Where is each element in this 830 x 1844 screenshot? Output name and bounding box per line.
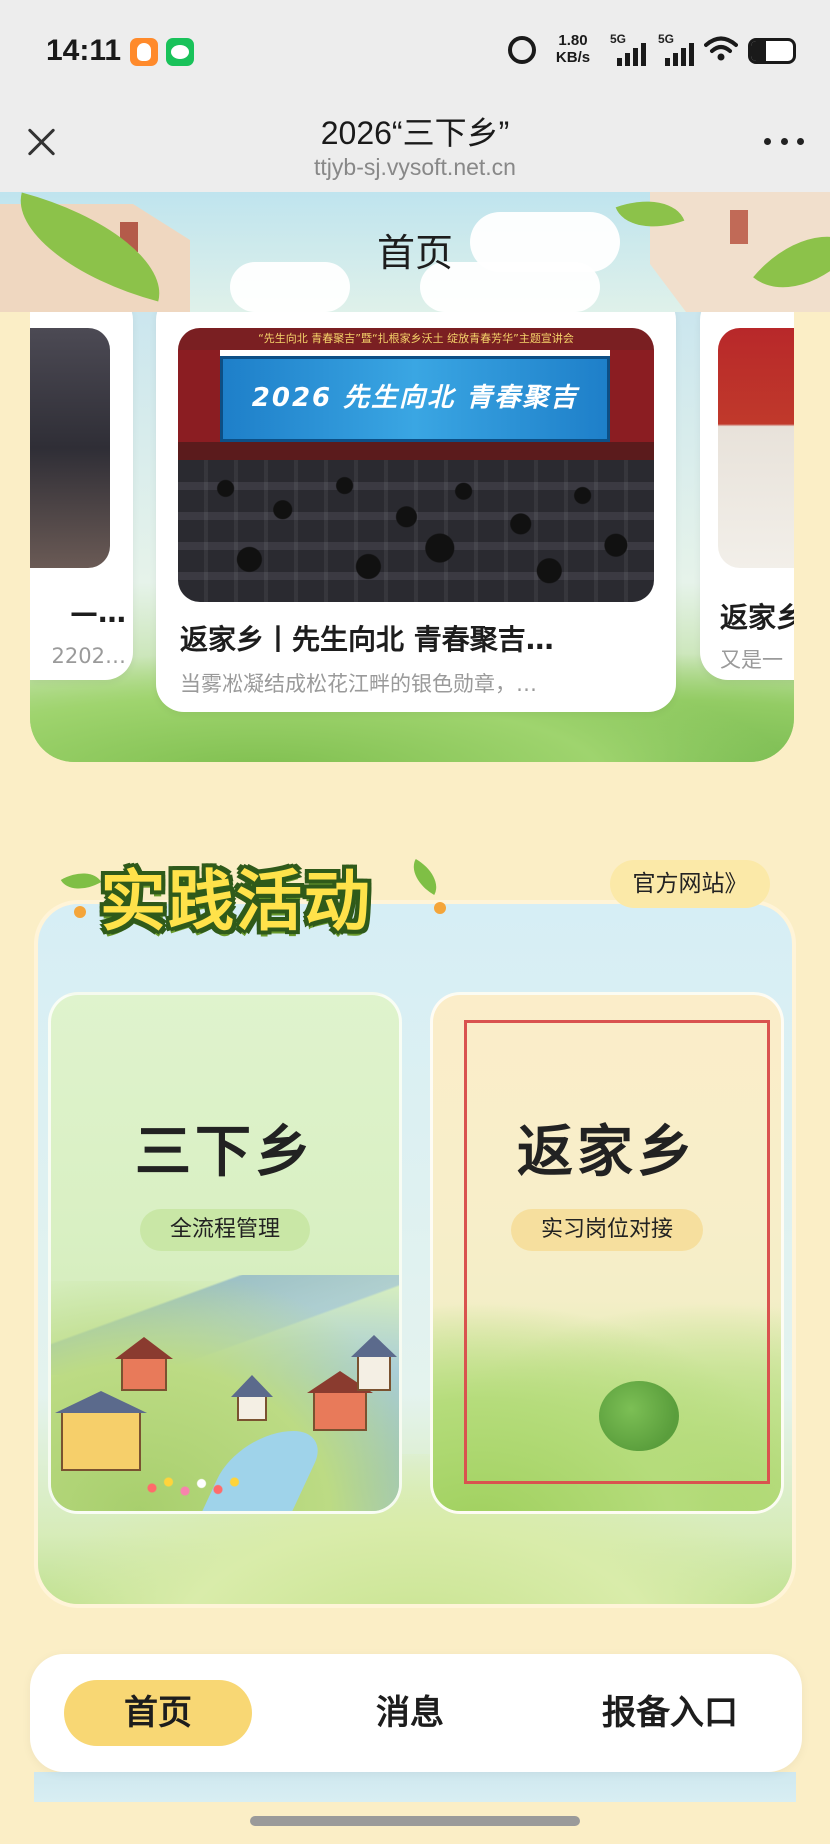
network-speed: 1.80 KB/s xyxy=(548,32,598,66)
news-card-title: —… xyxy=(70,596,126,629)
home-indicator[interactable] xyxy=(250,1816,580,1826)
wifi-icon xyxy=(704,36,738,61)
qq-notification-icon xyxy=(130,38,158,66)
more-icon[interactable] xyxy=(764,136,804,146)
network-speed-value: 1.80 xyxy=(558,32,588,49)
news-card-title: 返家乡丨先生向北 青春聚吉… xyxy=(180,623,554,656)
news-card[interactable]: 返家乡 又是一 xyxy=(700,312,794,680)
leaf-icon xyxy=(404,858,446,896)
section-heading-text: 实践活动 xyxy=(100,863,372,940)
section-heading: 实践活动 xyxy=(60,836,450,946)
status-time: 14:11 xyxy=(46,34,122,67)
browser-title: 2026“三下乡” xyxy=(320,115,510,151)
flower-icon xyxy=(434,902,446,914)
signal-strength-icon: 5G xyxy=(610,32,646,66)
activity-tag: 全流程管理 xyxy=(139,1209,311,1251)
nav-home[interactable]: 首页 xyxy=(64,1680,252,1746)
house-illustration xyxy=(357,1355,391,1391)
activity-card-fanjiaxiang[interactable]: 返家乡 实习岗位对接 xyxy=(430,992,784,1514)
alarm-icon xyxy=(508,36,536,64)
leaf-icon xyxy=(60,862,102,900)
page-title: 首页 xyxy=(376,231,453,275)
flowers-illustration xyxy=(141,1473,251,1503)
news-photo: “先生向北 青春聚吉”暨“扎根家乡沃土 绽放青春芳华”主题宣讲会 2026 先生… xyxy=(178,328,654,602)
official-site-button[interactable]: 官方网站》 xyxy=(610,860,770,908)
page-header: 首页 xyxy=(0,192,830,312)
news-card[interactable]: “先生向北 青春聚吉”暨“扎根家乡沃土 绽放青春芳华”主题宣讲会 2026 先生… xyxy=(156,312,676,712)
browser-url: ttjyb-sj.vysoft.net.cn xyxy=(314,154,516,180)
signal-strength-icon: 5G xyxy=(658,32,694,66)
nav-messages[interactable]: 消息 xyxy=(330,1680,490,1746)
news-carousel[interactable]: —… 2202… “先生向北 青春聚吉”暨“扎根家乡沃土 绽放青春芳华”主题宣讲… xyxy=(30,312,794,762)
flower-icon xyxy=(74,906,86,918)
section-background xyxy=(34,1772,796,1802)
activity-title: 三下乡 xyxy=(135,1120,315,1185)
activity-card-sanxiaxiang[interactable]: 三下乡 全流程管理 xyxy=(48,992,402,1514)
house-illustration xyxy=(61,1411,141,1471)
news-card-title: 返家乡 xyxy=(720,601,794,634)
nav-register-entry[interactable]: 报备入口 xyxy=(570,1680,770,1746)
photo-screen-text: 2026 先生向北 青春聚吉 xyxy=(251,383,579,413)
house-illustration xyxy=(121,1357,167,1391)
news-card[interactable]: —… 2202… xyxy=(30,312,133,680)
news-card-desc: 2202… xyxy=(51,644,126,668)
activity-title: 返家乡 xyxy=(517,1120,697,1185)
photo-banner-text: “先生向北 青春聚吉”暨“扎根家乡沃土 绽放青春芳华”主题宣讲会 xyxy=(178,328,654,350)
house-illustration xyxy=(237,1395,267,1421)
news-card-desc: 又是一 xyxy=(720,648,783,672)
battery-level-fill xyxy=(751,41,766,61)
browser-bar: 2026“三下乡” ttjyb-sj.vysoft.net.cn xyxy=(0,104,830,192)
bottom-nav: 首页 消息 报备入口 xyxy=(30,1654,802,1772)
news-card-desc: 当雾凇凝结成松花江畔的银色勋章，… xyxy=(180,672,537,696)
status-bar: 14:11 1.80 KB/s 5G 5G xyxy=(0,0,830,104)
news-photo xyxy=(30,328,110,568)
network-speed-unit: KB/s xyxy=(555,49,591,66)
status-indicators: 1.80 KB/s 5G 5G xyxy=(466,30,796,74)
wechat-notification-icon xyxy=(166,38,194,66)
battery-icon xyxy=(748,38,796,64)
tree-illustration xyxy=(599,1381,679,1451)
news-photo xyxy=(718,328,794,568)
house-illustration xyxy=(313,1391,367,1431)
activity-tag: 实习岗位对接 xyxy=(510,1209,704,1251)
